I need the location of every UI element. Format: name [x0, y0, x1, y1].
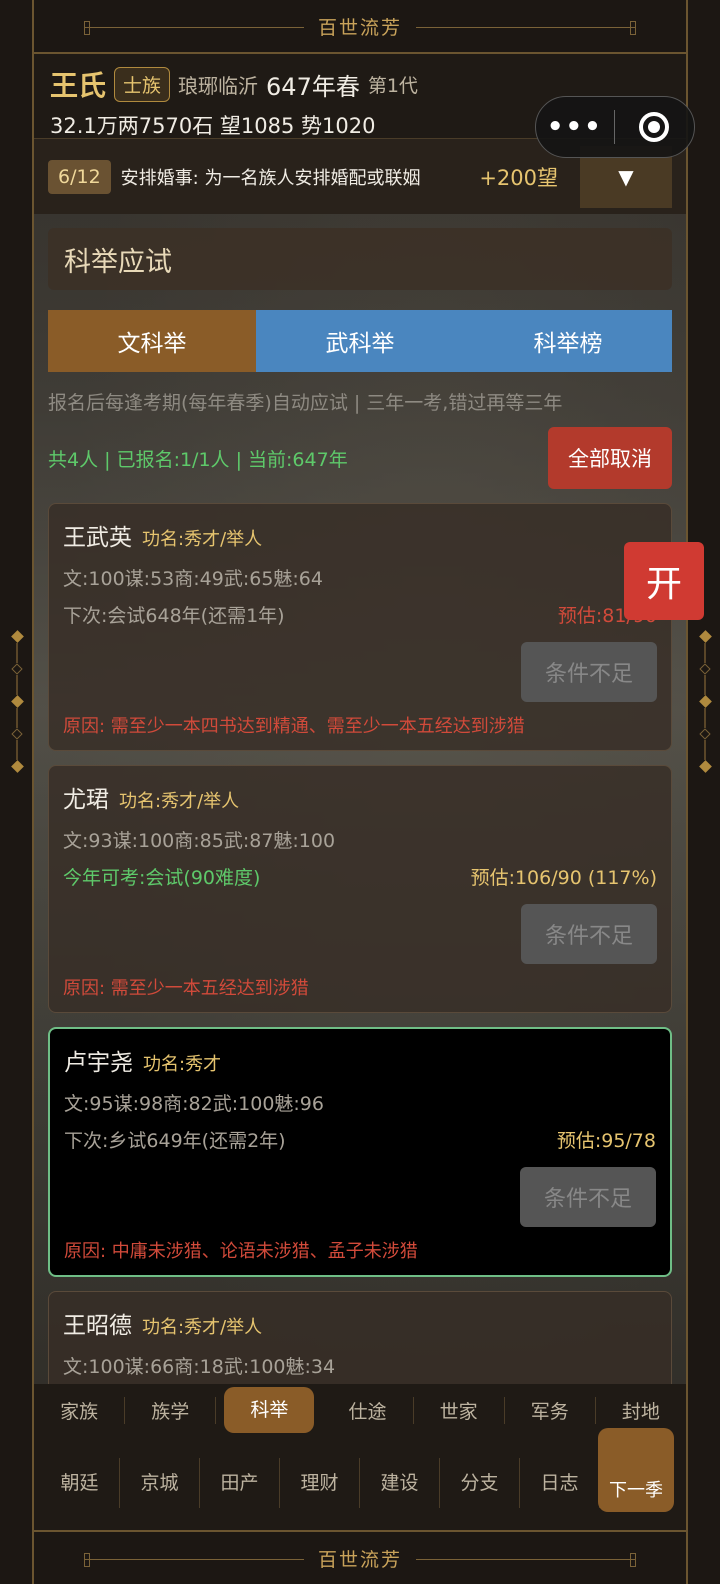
candidate-title: 功名:秀才/举人 — [142, 1317, 263, 1338]
left-ornament — [0, 630, 34, 773]
candidate-card[interactable]: 王昭德 功名:秀才/举人 文:100谋:66商:18武:100魅:34 — [48, 1291, 672, 1384]
nav-military[interactable]: 军务 — [505, 1396, 596, 1424]
candidate-name: 王武英 — [63, 525, 132, 551]
candidate-name: 王昭德 — [63, 1313, 132, 1339]
candidate-card-selected[interactable]: 卢宇尧 功名:秀才 文:95谋:98商:82武:100魅:96 下次:乡试649年… — [48, 1027, 672, 1277]
task-count: 6/12 — [48, 159, 111, 194]
nav-log[interactable]: 日志 — [520, 1458, 600, 1508]
current-year: 647年春 — [266, 72, 360, 101]
estimate: 预估:95/78 — [556, 1130, 656, 1152]
candidate-name: 尤珺 — [63, 787, 109, 813]
sub-nav: 朝廷 京城 田产 理财 建设 分支 日志 下一季 — [34, 1428, 686, 1530]
rank-badge: 士族 — [114, 66, 171, 102]
tab-military-exam[interactable]: 武科举 — [256, 310, 464, 372]
close-target-icon[interactable] — [615, 112, 695, 142]
section-title: 科举应试 — [48, 228, 672, 290]
nav-branch[interactable]: 分支 — [440, 1458, 520, 1508]
bottom-banner: 百世流芳 — [34, 1530, 686, 1584]
reason-text: 原因: 需至少一本五经达到涉猎 — [63, 978, 309, 999]
candidate-attrs: 文:100谋:66商:18武:100魅:34 — [63, 1356, 336, 1378]
candidate-card[interactable]: 尤珺 功名:秀才/举人 文:93谋:100商:85武:87魅:100 今年可考:会… — [48, 765, 672, 1013]
next-season-button[interactable]: 下一季 — [598, 1428, 674, 1512]
reason-text: 原因: 需至少一本四书达到精通、需至少一本五经达到涉猎 — [63, 716, 525, 737]
condition-button[interactable]: 条件不足 — [521, 642, 657, 702]
exam-tip: 报名后每逢考期(每年春季)自动应试 | 三年一考,错过再等三年 — [48, 392, 563, 414]
candidate-attrs: 文:93谋:100商:85武:87魅:100 — [63, 830, 336, 852]
next-exam: 今年可考:会试(90难度) — [63, 867, 261, 889]
nav-estate[interactable]: 田产 — [200, 1458, 280, 1508]
candidate-title: 功名:秀才/举人 — [119, 791, 240, 812]
candidate-attrs: 文:95谋:98商:82武:100魅:96 — [64, 1093, 324, 1115]
generation: 第1代 — [367, 74, 418, 97]
main-content[interactable]: 科举应试 文科举 武科举 科举榜 报名后每逢考期(每年春季)自动应试 | 三年一… — [34, 214, 686, 1384]
nav-build[interactable]: 建设 — [360, 1458, 440, 1508]
clan-place: 琅琊临沂 — [178, 73, 259, 98]
top-banner: 百世流芳 — [34, 0, 686, 54]
condition-button[interactable]: 条件不足 — [521, 904, 657, 964]
right-ornament — [688, 630, 720, 773]
enroll-stats: 共4人 | 已报名:1/1人 | 当前:647年 — [48, 448, 348, 471]
right-border — [686, 0, 720, 1584]
clan-name: 王氏 — [50, 69, 107, 102]
task-reward: +200望 — [479, 165, 558, 190]
nav-noble-families[interactable]: 世家 — [414, 1396, 505, 1424]
tab-civil-exam[interactable]: 文科举 — [48, 310, 256, 372]
nav-finance[interactable]: 理财 — [280, 1458, 360, 1508]
candidate-name: 卢宇尧 — [64, 1050, 133, 1076]
open-button[interactable]: 开 — [624, 542, 704, 620]
nav-court[interactable]: 朝廷 — [40, 1458, 120, 1508]
reason-text: 原因: 中庸未涉猎、论语未涉猎、孟子未涉猎 — [64, 1241, 418, 1262]
nav-exam[interactable]: 科举 — [224, 1387, 315, 1433]
app-frame: 百世流芳 王氏 士族 琅琊临沂 647年春 第1代 32.1万两7570石 望1… — [0, 0, 720, 1584]
estimate: 预估:106/90 (117%) — [470, 867, 657, 889]
condition-button[interactable]: 条件不足 — [520, 1167, 656, 1227]
tab-exam-ranking[interactable]: 科举榜 — [464, 310, 672, 372]
nav-fief[interactable]: 封地 — [596, 1397, 686, 1424]
nav-career[interactable]: 仕途 — [322, 1396, 414, 1424]
app-title: 百世流芳 — [307, 12, 412, 40]
candidate-title: 功名:秀才 — [143, 1054, 222, 1075]
miniapp-capsule: ••• — [535, 96, 695, 158]
candidate-attrs: 文:100谋:53商:49武:65魅:64 — [63, 568, 323, 590]
exam-tabs: 文科举 武科举 科举榜 — [48, 310, 672, 372]
nav-family[interactable]: 家族 — [34, 1396, 126, 1424]
next-exam: 下次:会试648年(还需1年) — [63, 605, 285, 627]
candidate-title: 功名:秀才/举人 — [142, 529, 263, 550]
more-menu-icon[interactable]: ••• — [536, 112, 614, 142]
app-title-bottom: 百世流芳 — [307, 1544, 412, 1572]
next-exam: 下次:乡试649年(还需2年) — [64, 1130, 286, 1152]
left-border — [0, 0, 34, 1584]
nav-clan-school[interactable]: 族学 — [125, 1396, 217, 1424]
nav-capital[interactable]: 京城 — [120, 1458, 200, 1508]
task-description: 安排婚事: 为一名族人安排婚配或联姻 — [120, 167, 421, 189]
main-nav: 家族 族学 科举 仕途 世家 军务 封地 — [34, 1384, 686, 1436]
cancel-all-button[interactable]: 全部取消 — [548, 427, 672, 489]
candidate-card[interactable]: 王武英 功名:秀才/举人 文:100谋:53商:49武:65魅:64 下次:会试6… — [48, 503, 672, 751]
